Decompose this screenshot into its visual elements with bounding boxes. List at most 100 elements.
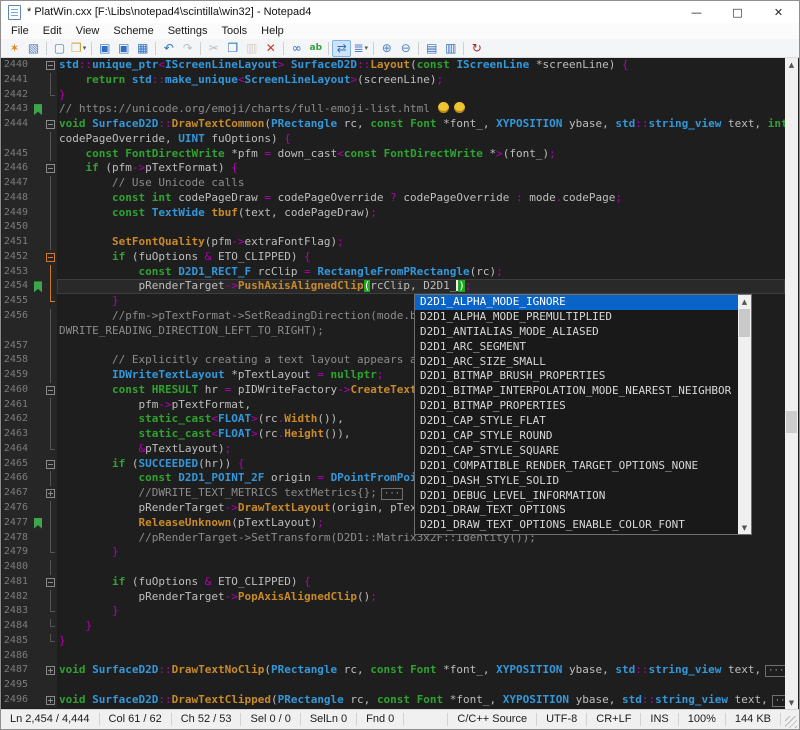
bookmark-margin[interactable] [32, 663, 44, 678]
line-number[interactable]: 2466 [2, 471, 32, 486]
fold-margin[interactable] [44, 590, 57, 605]
line-number[interactable]: 2460 [2, 383, 32, 398]
line-number[interactable]: 2463 [2, 427, 32, 442]
line-number[interactable]: 2486 [2, 649, 32, 664]
bookmark-margin[interactable] [32, 353, 44, 368]
line-number[interactable]: 2465 [2, 457, 32, 472]
code-row[interactable]: 2449 const TextWide tbuf(text, codePageD… [2, 206, 785, 221]
status-segment-left-5[interactable]: Fnd 0 [357, 713, 404, 726]
autocomplete-scroll-thumb[interactable] [739, 309, 750, 337]
bookmark-margin[interactable] [32, 250, 44, 265]
status-segment-left-3[interactable]: Sel 0 / 0 [241, 713, 300, 726]
autocomplete-item[interactable]: D2D1_BITMAP_PROPERTIES [415, 399, 738, 414]
bookmark-margin[interactable] [32, 516, 44, 531]
bookmark-margin[interactable] [32, 678, 44, 693]
bookmark-margin[interactable] [32, 501, 44, 516]
autocomplete-item[interactable]: D2D1_ALPHA_MODE_IGNORE [415, 295, 738, 310]
line-number[interactable]: 2450 [2, 220, 32, 235]
line-number[interactable]: 2462 [2, 412, 32, 427]
line-number[interactable]: 2443 [2, 102, 32, 117]
bookmark-margin[interactable] [32, 649, 44, 664]
line-number[interactable]: 2456 [2, 309, 32, 324]
line-number[interactable]: 2496 [2, 693, 32, 708]
fold-margin[interactable] [44, 368, 57, 383]
fold-margin[interactable] [44, 73, 57, 88]
bookmark-margin[interactable] [32, 471, 44, 486]
line-number[interactable]: 2481 [2, 575, 32, 590]
fold-margin[interactable] [44, 206, 57, 221]
reload-button[interactable]: ↻ [467, 40, 486, 57]
fold-margin[interactable] [44, 398, 57, 413]
code-row[interactable]: 2440std::unique_ptr<IScreenLineLayout> S… [2, 58, 785, 73]
fold-margin[interactable] [44, 442, 57, 457]
fold-margin[interactable] [44, 693, 57, 708]
fold-margin[interactable] [44, 471, 57, 486]
line-number[interactable]: 2464 [2, 442, 32, 457]
fold-collapsed-icon[interactable] [46, 489, 55, 498]
status-segment-right-0[interactable]: C/C++ Source [448, 713, 537, 726]
undo-button[interactable]: ↶ [159, 40, 178, 57]
fold-open-icon[interactable] [46, 120, 55, 129]
fold-margin[interactable] [44, 516, 57, 531]
code-row[interactable]: 2485} [2, 634, 785, 649]
autocomplete-scrollbar[interactable]: ▲ ▼ [738, 295, 751, 534]
menu-item-help[interactable]: Help [254, 23, 291, 39]
fold-margin[interactable] [44, 531, 57, 546]
code-row[interactable]: 2483 } [2, 604, 785, 619]
fold-margin[interactable] [44, 250, 57, 265]
fold-margin[interactable] [44, 619, 57, 634]
fold-margin[interactable] [44, 294, 57, 309]
code-row[interactable]: 2484 } [2, 619, 785, 634]
fold-margin[interactable] [44, 383, 57, 398]
bookmark-margin[interactable] [32, 634, 44, 649]
status-segment-right-3[interactable]: INS [641, 713, 678, 726]
code-row[interactable]: 2444void SurfaceD2D::DrawTextCommon(PRec… [2, 117, 785, 132]
save-file-button[interactable]: ▣ [95, 40, 114, 57]
favorites-button[interactable]: ✶ [5, 40, 24, 57]
fold-margin[interactable] [44, 678, 57, 693]
code-editor[interactable]: 2440std::unique_ptr<IScreenLineLayout> S… [2, 58, 798, 709]
code-row[interactable]: 2480 [2, 560, 785, 575]
autocomplete-item[interactable]: D2D1_CAP_STYLE_ROUND [415, 429, 738, 444]
code-row[interactable]: 2446 if (pfm->pTextFormat) { [2, 161, 785, 176]
code-row[interactable]: 2452 if (fuOptions & ETO_CLIPPED) { [2, 250, 785, 265]
line-number[interactable]: 2479 [2, 545, 32, 560]
fold-margin[interactable] [44, 265, 57, 280]
line-number[interactable]: 2454 [2, 279, 32, 294]
scrollbar-thumb[interactable] [786, 411, 797, 433]
view-settings-button[interactable]: ▥ [441, 40, 460, 57]
bookmark-margin[interactable] [32, 73, 44, 88]
code-row[interactable]: 2481 if (fuOptions & ETO_CLIPPED) { [2, 575, 785, 590]
bookmark-margin[interactable] [32, 132, 44, 147]
menu-item-view[interactable]: View [69, 23, 107, 39]
bookmark-margin[interactable] [32, 693, 44, 708]
code-row[interactable]: 2447 // Use Unicode calls [2, 176, 785, 191]
bookmark-margin[interactable] [32, 531, 44, 546]
open-file-button[interactable]: ❒▾ [69, 40, 88, 57]
status-segment-right-1[interactable]: UTF-8 [537, 713, 587, 726]
menu-item-settings[interactable]: Settings [161, 23, 215, 39]
line-number[interactable]: 2446 [2, 161, 32, 176]
fold-margin[interactable] [44, 649, 57, 664]
fold-open-icon[interactable] [46, 61, 55, 70]
autocomplete-item[interactable]: D2D1_ANTIALIAS_MODE_ALIASED [415, 325, 738, 340]
bookmark-margin[interactable] [32, 604, 44, 619]
code-row[interactable]: 2482 pRenderTarget->PopAxisAlignedClip()… [2, 590, 785, 605]
status-segment-left-4[interactable]: SelLn 0 [301, 713, 357, 726]
bookmark-margin[interactable] [32, 545, 44, 560]
bookmark-margin[interactable] [32, 176, 44, 191]
bookmark-margin[interactable] [32, 161, 44, 176]
fold-margin[interactable] [44, 634, 57, 649]
autocomplete-item[interactable]: D2D1_CAP_STYLE_SQUARE [415, 444, 738, 459]
scrollbar-down-icon[interactable]: ▼ [785, 696, 798, 709]
bookmark-margin[interactable] [32, 102, 44, 117]
autocomplete-item[interactable]: D2D1_BITMAP_INTERPOLATION_MODE_NEAREST_N… [415, 384, 738, 399]
line-number[interactable]: 2482 [2, 590, 32, 605]
fold-collapsed-icon[interactable] [46, 696, 55, 705]
line-number[interactable]: 2453 [2, 265, 32, 280]
line-number[interactable]: 2455 [2, 294, 32, 309]
line-number[interactable]: 2483 [2, 604, 32, 619]
fold-margin[interactable] [44, 102, 57, 117]
resize-grip-icon[interactable] [785, 716, 797, 728]
bookmark-margin[interactable] [32, 398, 44, 413]
